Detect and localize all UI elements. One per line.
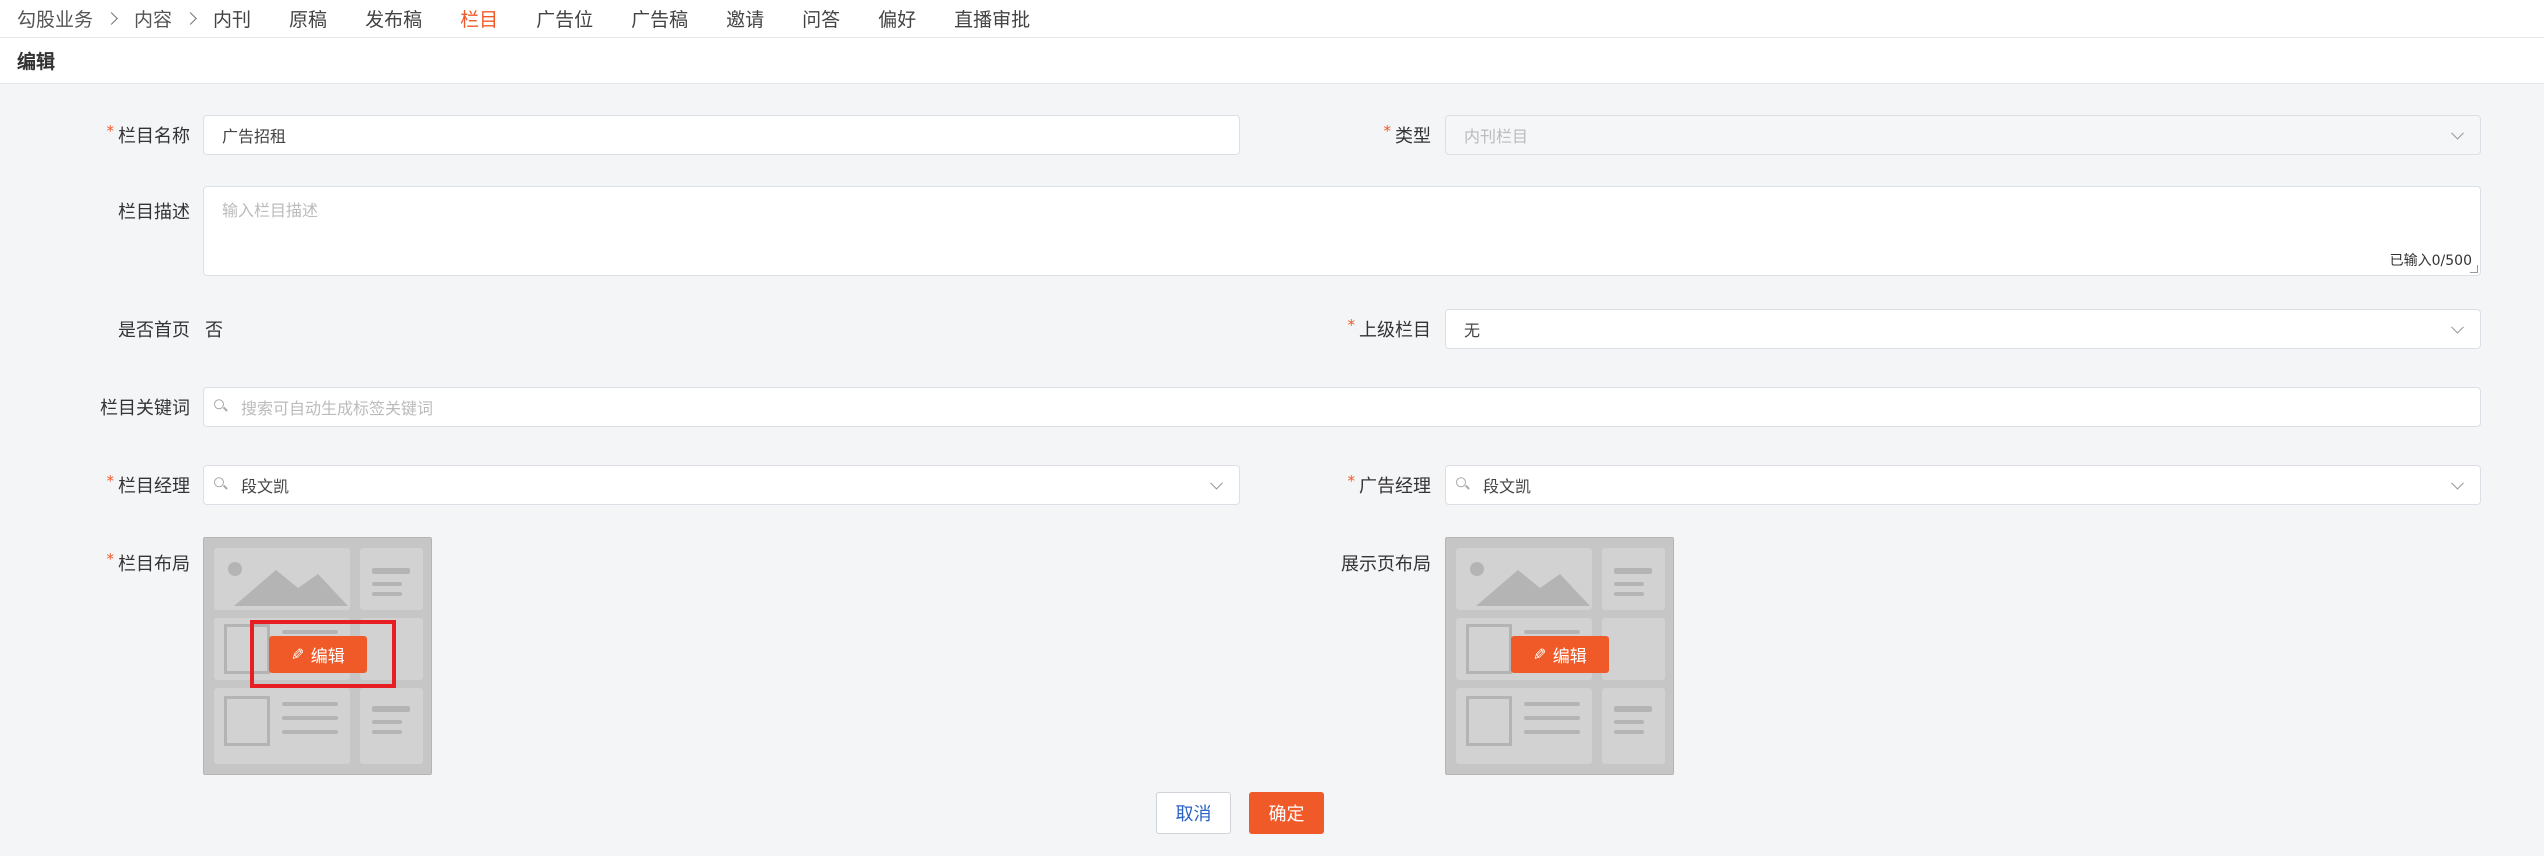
tab-ad-drafts[interactable]: 广告稿 xyxy=(631,5,688,32)
parent-column-select[interactable]: 无 xyxy=(1445,309,2481,349)
edit-display-layout-button[interactable]: ✎ 编辑 xyxy=(1511,636,1609,673)
cancel-button[interactable]: 取消 xyxy=(1156,792,1231,834)
parent-column-label: * 上级栏目 xyxy=(1347,316,1432,341)
is-home-label: 是否首页 xyxy=(118,320,190,341)
chevron-down-icon xyxy=(2451,320,2464,334)
page-title-text: 编辑 xyxy=(17,51,56,73)
breadcrumb-business[interactable]: 勾股业务 xyxy=(17,5,93,32)
resize-handle-icon[interactable] xyxy=(2470,265,2478,273)
search-icon xyxy=(214,399,228,413)
chevron-down-icon xyxy=(1210,476,1223,490)
tab-preferences[interactable]: 偏好 xyxy=(878,5,916,32)
tab-live-approval[interactable]: 直播审批 xyxy=(954,5,1030,32)
chevron-right-icon xyxy=(184,12,197,25)
chevron-down-icon xyxy=(2451,126,2464,140)
annotation-highlight-box xyxy=(250,620,396,688)
ad-manager-label: * 广告经理 xyxy=(1347,472,1432,497)
description-textarea[interactable]: 输入栏目描述 已输入0/500 xyxy=(203,186,2481,276)
column-name-input[interactable]: 广告招租 xyxy=(203,115,1240,155)
tab-columns[interactable]: 栏目 xyxy=(460,5,498,32)
search-icon xyxy=(214,477,228,491)
keywords-label: 栏目关键词 xyxy=(100,398,190,419)
tab-qa[interactable]: 问答 xyxy=(802,5,840,32)
column-manager-select[interactable]: 段文凯 xyxy=(203,465,1240,505)
top-nav: 勾股业务 内容 内刊 原稿 发布稿 栏目 广告位 广告稿 邀请 问答 偏好 直播… xyxy=(0,0,2544,38)
column-manager-label: * 栏目经理 xyxy=(106,472,191,497)
column-layout-label: * 栏目布局 xyxy=(106,550,191,575)
tab-internal-journal[interactable]: 内刊 xyxy=(213,5,251,32)
chevron-down-icon xyxy=(2451,476,2464,490)
image-placeholder-icon xyxy=(1456,548,1592,610)
search-icon xyxy=(1456,477,1470,491)
tab-invitations[interactable]: 邀请 xyxy=(726,5,764,32)
page-title: 编辑 xyxy=(0,38,2544,84)
keywords-search-input[interactable]: 搜索可自动生成标签关键词 xyxy=(203,387,2481,427)
breadcrumb-content[interactable]: 内容 xyxy=(134,5,172,32)
column-name-label: * 栏目名称 xyxy=(106,122,191,147)
confirm-button[interactable]: 确定 xyxy=(1249,792,1324,834)
image-placeholder-icon xyxy=(214,548,350,610)
display-layout-preview: ✎ 编辑 xyxy=(1445,537,1674,775)
display-layout-label: 展示页布局 xyxy=(1341,554,1431,575)
chevron-right-icon xyxy=(105,12,118,25)
pencil-icon: ✎ xyxy=(1533,645,1547,664)
tab-ad-slots[interactable]: 广告位 xyxy=(536,5,593,32)
type-select[interactable]: 内刊栏目 xyxy=(1445,115,2481,155)
description-label: 栏目描述 xyxy=(118,202,190,223)
char-counter: 已输入0/500 xyxy=(2389,253,2472,269)
tab-published[interactable]: 发布稿 xyxy=(365,5,422,32)
is-home-value: 否 xyxy=(205,320,223,341)
ad-manager-select[interactable]: 段文凯 xyxy=(1445,465,2481,505)
tab-manuscript[interactable]: 原稿 xyxy=(289,5,327,32)
type-label: * 类型 xyxy=(1383,122,1432,147)
